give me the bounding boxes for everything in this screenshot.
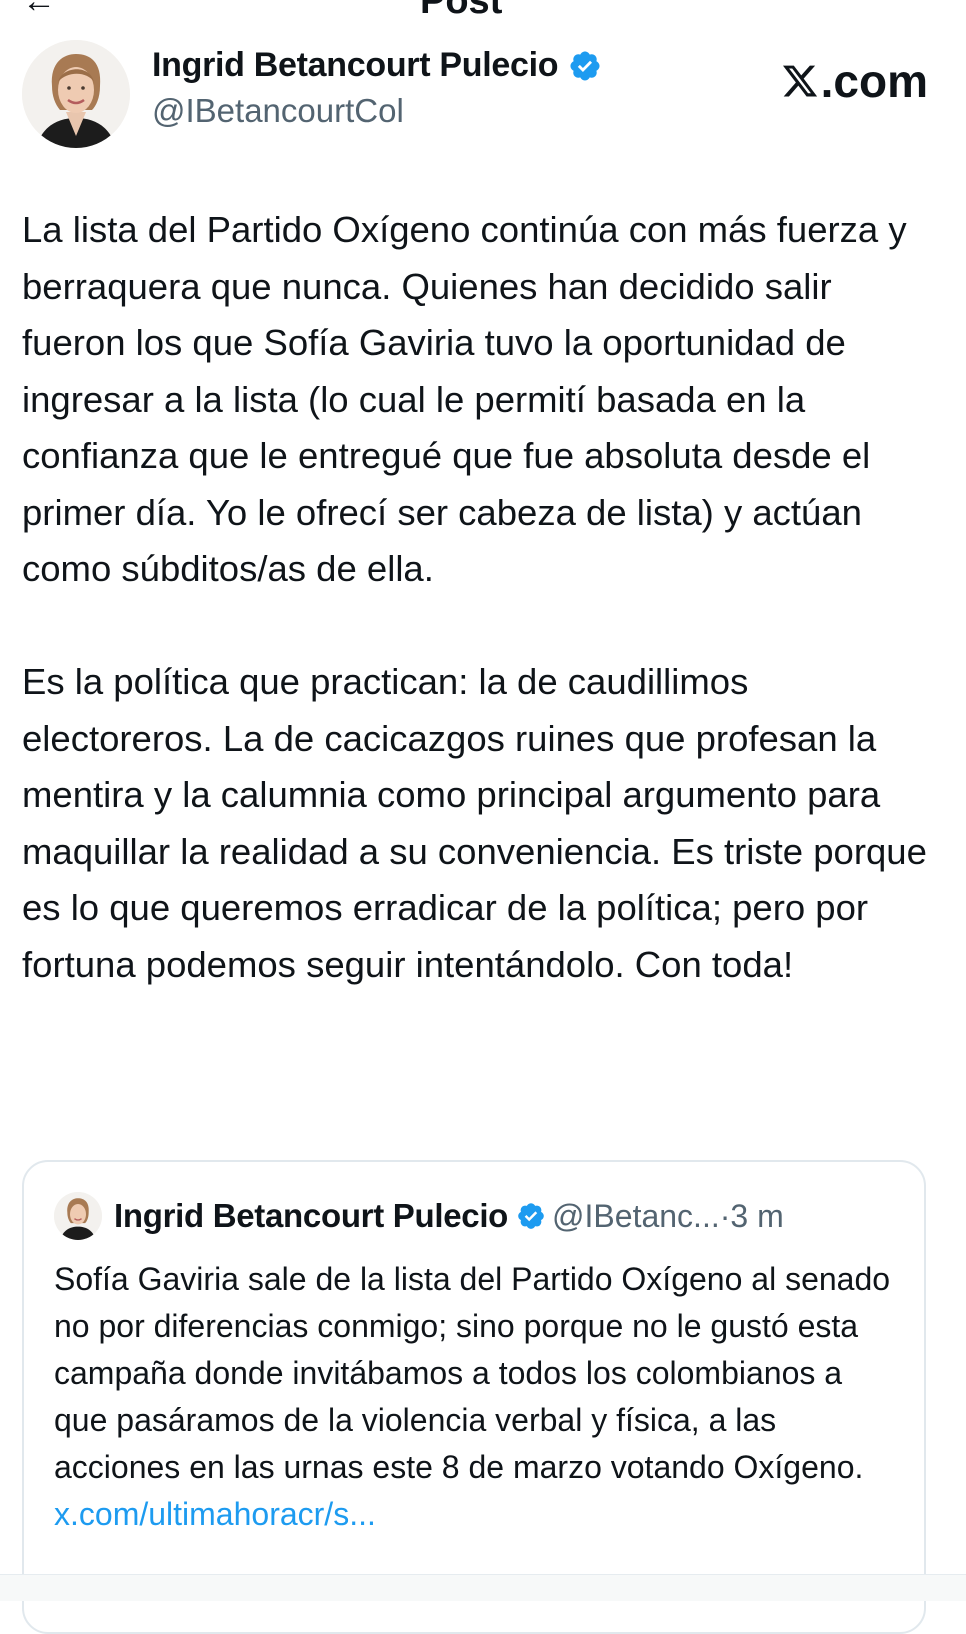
quoted-timestamp[interactable]: 3 m xyxy=(730,1198,783,1235)
watermark-text: .com xyxy=(820,55,928,107)
post-paragraph-1: La lista del Partido Oxígeno continúa co… xyxy=(22,209,907,589)
x-logo-icon xyxy=(782,65,817,97)
x-watermark: .com xyxy=(781,54,928,108)
avatar-photo-icon xyxy=(22,40,130,148)
author-handle[interactable]: @IBetancourtCol xyxy=(152,92,404,130)
post-paragraph-2: Es la política que practican: la de caud… xyxy=(22,661,927,985)
quoted-author-avatar[interactable] xyxy=(54,1192,102,1240)
top-navigation-bar: ← Post xyxy=(0,0,966,20)
quoted-author-handle[interactable]: @IBetanc... xyxy=(552,1198,720,1235)
quoted-link[interactable]: x.com/ultimahoracr/s... xyxy=(54,1496,376,1532)
verified-badge-icon xyxy=(518,1203,544,1229)
bottom-edge xyxy=(0,1574,966,1601)
quoted-author-name[interactable]: Ingrid Betancourt Pulecio xyxy=(114,1197,508,1235)
post-text: La lista del Partido Oxígeno continúa co… xyxy=(22,202,944,993)
separator-dot: · xyxy=(719,1197,731,1234)
page-title: Post xyxy=(420,0,502,20)
verified-badge-icon xyxy=(570,50,600,81)
quoted-text-body: Sofía Gaviria sale de la lista del Parti… xyxy=(54,1261,891,1485)
back-arrow-icon[interactable]: ← xyxy=(22,0,56,20)
quoted-post-header: Ingrid Betancourt Pulecio @IBetanc... · … xyxy=(54,1192,784,1240)
author-name[interactable]: Ingrid Betancourt Pulecio xyxy=(152,46,559,85)
author-avatar[interactable] xyxy=(22,40,130,148)
post-header: Ingrid Betancourt Pulecio @IBetancourtCo… xyxy=(22,40,944,150)
quoted-post-text: Sofía Gaviria sale de la lista del Parti… xyxy=(54,1256,904,1538)
author-name-row[interactable]: Ingrid Betancourt Pulecio xyxy=(152,46,602,85)
quoted-post[interactable]: Ingrid Betancourt Pulecio @IBetanc... · … xyxy=(22,1160,926,1634)
avatar-photo-icon xyxy=(54,1192,102,1240)
